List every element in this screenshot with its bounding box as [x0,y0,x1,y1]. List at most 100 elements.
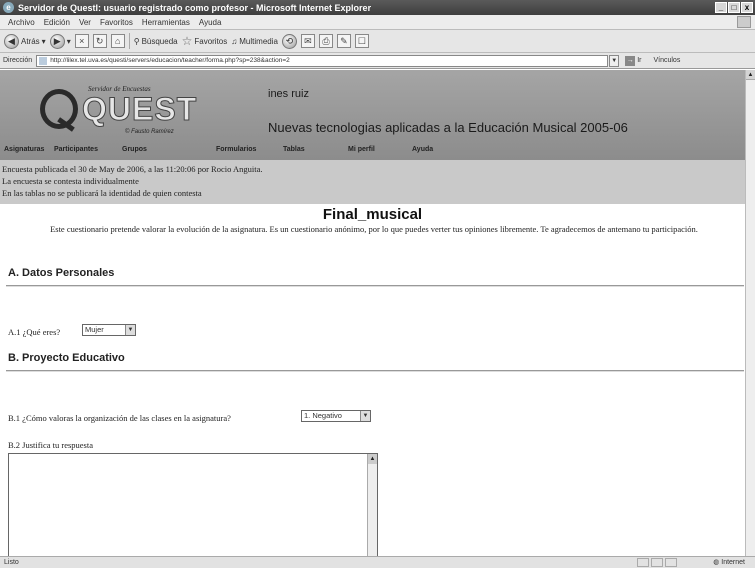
window-controls: _ □ x [715,2,753,13]
nav-formularios[interactable]: Formularios [216,146,256,153]
go-label: Ir [637,57,642,64]
section-divider [6,370,744,372]
scroll-up-icon[interactable]: ▲ [368,454,377,464]
page-scrollbar[interactable]: ▲ [745,70,755,556]
scroll-up-icon[interactable]: ▲ [746,70,755,80]
go-button[interactable]: → Ir [625,55,642,66]
question-a1-select[interactable]: Mujer ▼ [82,324,136,336]
status-pane [651,558,663,567]
nav-ayuda[interactable]: Ayuda [412,146,433,153]
menu-bar: Archivo Edición Ver Favoritos Herramient… [0,15,755,30]
site-header: Servidor de Encuestas QUEST © Fausto Ram… [0,70,745,160]
menu-ayuda[interactable]: Ayuda [199,18,222,27]
history-icon[interactable]: ⟲ [281,33,297,49]
menu-edicion[interactable]: Edición [44,18,70,27]
section-heading-b: B. Proyecto Educativo [8,352,125,364]
stop-icon[interactable]: × [74,34,89,48]
status-panes [637,558,677,567]
survey-info: Encuesta publicada el 30 de May de 2006,… [0,160,745,204]
site-nav: Asignaturas Participantes Grupos Formula… [0,146,745,158]
survey-description: Este cuestionario pretende valorar la ev… [50,224,698,234]
address-label: Dirección [3,57,33,64]
nav-participantes[interactable]: Participantes [54,146,98,153]
logo-author: © Fausto Ramírez [125,129,174,135]
back-arrow-icon: ◀ [4,33,19,49]
security-zone: ◍ Internet [713,558,745,566]
close-button[interactable]: x [741,2,753,13]
question-b2-label: B.2 Justifica tu respuesta [8,440,93,450]
menu-favoritos[interactable]: Favoritos [100,18,133,27]
favorites-label: Favoritos [194,36,228,46]
quest-logo: Servidor de Encuestas QUEST © Fausto Ram… [40,85,200,140]
address-dropdown-button[interactable]: ▼ [609,54,620,67]
course-title: Nuevas tecnologias aplicadas a la Educac… [268,120,628,135]
window-title: Servidor de QuestI: usuario registrado c… [18,2,372,13]
nav-grupos[interactable]: Grupos [122,146,147,153]
minimize-button[interactable]: _ [715,2,727,13]
maximize-button[interactable]: □ [728,2,740,13]
links-button[interactable]: Vínculos [653,57,680,64]
multimedia-icon: ♫ [231,36,238,46]
menu-archivo[interactable]: Archivo [8,18,35,27]
chevron-down-icon: ▾ [66,36,71,46]
question-a1-label: A.1 ¿Qué eres? [8,327,61,337]
chevron-down-icon: ▼ [360,411,370,421]
chevron-down-icon: ▾ [41,36,46,46]
status-text: Listo [4,559,19,566]
refresh-icon[interactable]: ↻ [92,34,107,48]
textarea-scrollbar[interactable]: ▲ [367,454,377,556]
section-divider [6,285,744,287]
messenger-icon[interactable]: ☐ [354,34,369,48]
status-pane [637,558,649,567]
nav-tablas[interactable]: Tablas [283,146,305,153]
logo-q-ring [40,89,78,129]
forward-arrow-icon: ▶ [49,33,65,49]
question-b1-select[interactable]: 1. Negativo ▼ [301,410,371,422]
nav-mi-perfil[interactable]: Mi perfil [348,146,375,153]
page-content: Servidor de Encuestas QUEST © Fausto Ram… [0,70,745,556]
toolbar-separator [128,33,130,49]
question-b2-textarea[interactable]: ▲ [8,453,378,556]
address-url: http://lilex.tel.uva.es/questi/servers/e… [50,57,290,64]
page-icon [39,56,48,65]
search-label: Búsqueda [141,36,178,46]
window-title-bar: e Servidor de QuestI: usuario registrado… [0,0,755,15]
forward-button[interactable]: ▶ ▾ [49,33,71,49]
question-b1-value: 1. Negativo [304,411,342,420]
section-heading-a: A. Datos Personales [8,267,115,279]
status-pane [665,558,677,567]
favorites-button[interactable]: ☆ Favoritos [182,34,228,48]
mail-icon[interactable]: ✉ [300,34,315,48]
go-arrow-icon: → [625,55,636,66]
address-bar: Dirección http://lilex.tel.uva.es/questi… [0,53,755,69]
back-button[interactable]: ◀ Atrás ▾ [4,33,46,49]
menu-herramientas[interactable]: Herramientas [142,18,190,27]
browser-toolbar: ◀ Atrás ▾ ▶ ▾ × ↻ ⌂ ⚲ Búsqueda ☆ Favorit… [0,30,755,53]
info-individual: La encuesta se contesta individualmente [2,176,139,186]
user-name: ines ruiz [268,88,309,100]
address-input[interactable]: http://lilex.tel.uva.es/questi/servers/e… [36,54,609,67]
multimedia-label: Multimedia [239,36,278,46]
menu-ver[interactable]: Ver [79,18,91,27]
windows-logo-icon [737,16,751,28]
chevron-down-icon: ▼ [125,325,135,335]
zone-label: Internet [721,559,745,566]
question-b1-label: B.1 ¿Cómo valoras la organización de las… [8,413,231,423]
status-bar: Listo ◍ Internet [0,556,755,568]
search-button[interactable]: ⚲ Búsqueda [134,37,178,46]
star-icon: ☆ [181,34,193,48]
survey-title: Final_musical [322,206,423,223]
internet-explorer-icon: e [3,2,14,13]
nav-asignaturas[interactable]: Asignaturas [4,146,44,153]
back-label: Atrás [21,36,40,46]
globe-icon: ◍ [713,559,720,566]
question-a1-value: Mujer [85,325,104,334]
logo-name: QUEST [81,91,198,128]
multimedia-button[interactable]: ♫ Multimedia [231,37,278,46]
edit-icon[interactable]: ✎ [336,34,351,48]
info-published: Encuesta publicada el 30 de May de 2006,… [2,164,263,174]
home-icon[interactable]: ⌂ [110,34,125,48]
search-icon: ⚲ [133,36,140,46]
info-anonymity: En las tablas no se publicará la identid… [2,188,202,198]
print-icon[interactable]: ⎙ [318,34,333,48]
